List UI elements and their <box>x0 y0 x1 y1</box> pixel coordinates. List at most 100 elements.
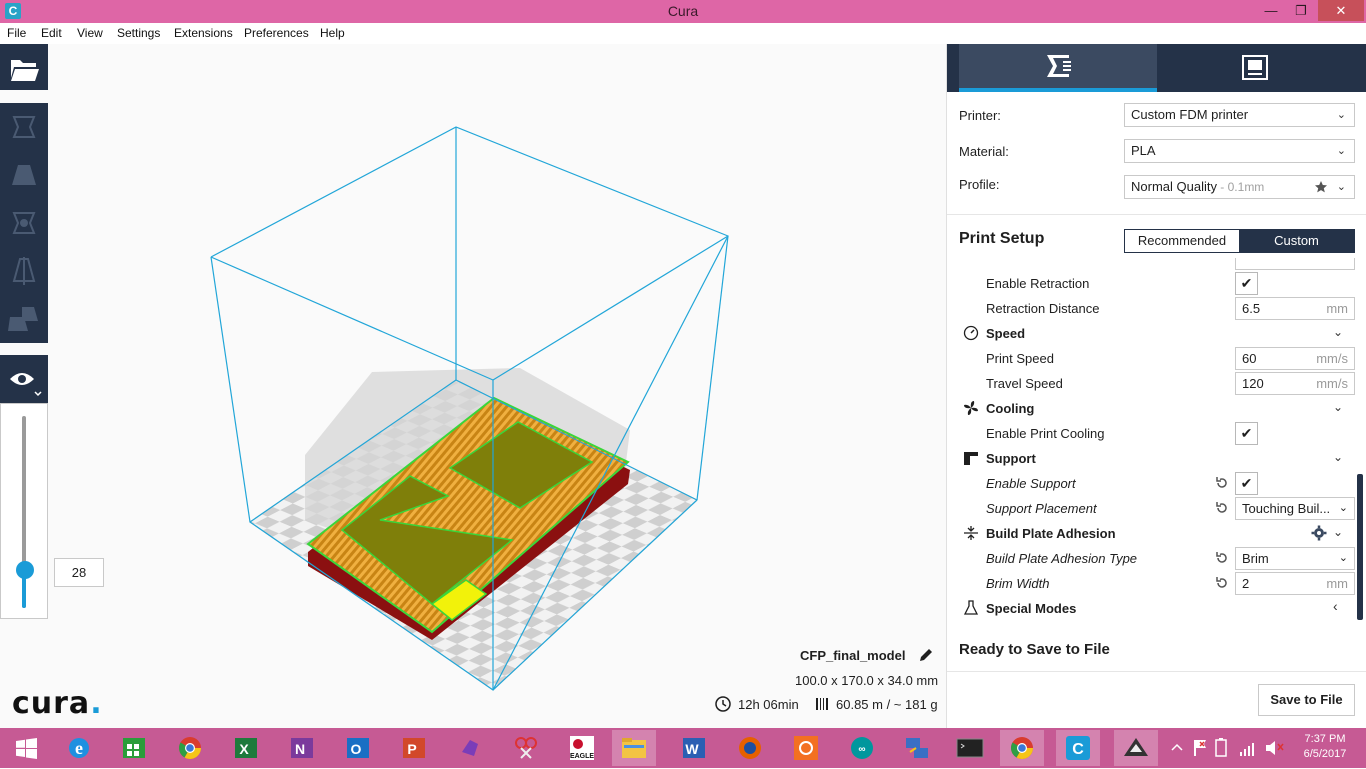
category-label: Cooling <box>986 401 1035 416</box>
settings-list[interactable]: Enable Retraction ✔ Retraction Distance … <box>947 258 1366 624</box>
support-placement-select[interactable]: Touching Buil... ⌄ <box>1235 497 1355 520</box>
adhesion-type-select[interactable]: Brim ⌄ <box>1235 547 1355 570</box>
gear-icon[interactable] <box>1311 525 1327 541</box>
network-tool-icon[interactable] <box>894 730 938 766</box>
tab-prepare[interactable] <box>959 44 1157 92</box>
category-build-plate-adhesion[interactable]: Build Plate Adhesion ⌄ <box>947 521 1357 546</box>
menu-help[interactable]: Help <box>320 26 345 40</box>
mode-recommended-button[interactable]: Recommended <box>1125 230 1239 252</box>
brim-width-input[interactable]: 2 mm <box>1235 572 1355 595</box>
enable-retraction-checkbox[interactable]: ✔ <box>1235 272 1258 295</box>
reset-icon[interactable] <box>1215 576 1229 590</box>
setting-enable-support: Enable Support ✔ <box>947 471 1357 496</box>
menu-bar: File Edit View Settings Extensions Prefe… <box>0 23 946 44</box>
chevron-down-icon: ⌄ <box>1336 145 1346 157</box>
category-special-modes[interactable]: Special Modes ‹ <box>947 596 1357 621</box>
sidebar-divider <box>947 214 1366 215</box>
windows-start-icon[interactable] <box>4 730 48 766</box>
scale-icon[interactable] <box>0 151 48 199</box>
partial-field <box>1235 258 1355 270</box>
store-icon[interactable] <box>112 730 156 766</box>
word-icon[interactable]: W <box>672 730 716 766</box>
menu-file[interactable]: File <box>7 26 26 40</box>
reset-icon[interactable] <box>1215 476 1229 490</box>
chrome-taskbar-item[interactable] <box>1000 730 1044 766</box>
visual-studio-icon[interactable] <box>448 730 492 766</box>
travel-speed-input[interactable]: 120 mm/s <box>1235 372 1355 395</box>
category-cooling[interactable]: Cooling ⌄ <box>947 396 1357 421</box>
file-explorer-taskbar-item[interactable] <box>612 730 656 766</box>
field-unit: mm/s <box>1316 376 1348 391</box>
profile-select[interactable]: Normal Quality - 0.1mm ⌄ <box>1124 175 1355 199</box>
sidebar-divider <box>947 671 1366 672</box>
setup-mode-toggle: Recommended Custom <box>1124 229 1355 253</box>
menu-view[interactable]: View <box>77 26 103 40</box>
arduino-icon[interactable]: ∞ <box>840 730 884 766</box>
setting-retraction-distance: Retraction Distance 6.5 mm <box>947 296 1357 321</box>
adhesion-icon <box>964 526 978 540</box>
close-icon[interactable]: ✕ <box>1318 0 1364 21</box>
cura-taskbar-item[interactable]: C <box>1056 730 1100 766</box>
print-speed-input[interactable]: 60 mm/s <box>1235 347 1355 370</box>
enable-support-checkbox[interactable]: ✔ <box>1235 472 1258 495</box>
material-select[interactable]: PLA ⌄ <box>1124 139 1355 163</box>
setting-enable-retraction: Enable Retraction ✔ <box>947 271 1357 296</box>
pencil-icon[interactable] <box>918 647 934 663</box>
outlook-icon[interactable]: O <box>336 730 380 766</box>
blender-icon[interactable] <box>784 730 828 766</box>
rotate-icon[interactable] <box>0 199 48 247</box>
minimize-icon[interactable]: — <box>1256 0 1286 21</box>
taskbar-clock[interactable]: 7:37 PM 6/5/2017 <box>1292 732 1358 762</box>
tab-monitor[interactable] <box>1157 44 1355 92</box>
svg-text:W: W <box>685 741 699 757</box>
printer-label: Printer: <box>959 108 1001 123</box>
window-title: Cura <box>667 3 699 19</box>
retraction-distance-input[interactable]: 6.5 mm <box>1235 297 1355 320</box>
svg-text:C: C <box>1072 741 1084 758</box>
enable-print-cooling-checkbox[interactable]: ✔ <box>1235 422 1258 445</box>
view-mode-button[interactable] <box>0 355 48 403</box>
settings-scrollbar[interactable] <box>1357 474 1363 620</box>
title-bar: C Cura — ❐ ✕ <box>0 0 1366 23</box>
svg-text:O: O <box>351 741 362 757</box>
reset-icon[interactable] <box>1215 501 1229 515</box>
star-icon[interactable] <box>1314 180 1328 194</box>
mirror-icon[interactable] <box>0 247 48 295</box>
flag-icon <box>1194 740 1206 756</box>
menu-settings[interactable]: Settings <box>117 26 160 40</box>
onenote-icon[interactable]: N <box>280 730 324 766</box>
save-to-file-button[interactable]: Save to File <box>1258 684 1355 716</box>
excel-icon[interactable]: X <box>224 730 268 766</box>
category-support[interactable]: Support ⌄ <box>947 446 1357 471</box>
per-model-settings-icon[interactable] <box>0 295 48 343</box>
restore-icon[interactable]: ❐ <box>1286 0 1316 21</box>
menu-extensions[interactable]: Extensions <box>174 26 233 40</box>
layer-slider-handle[interactable] <box>16 561 34 579</box>
field-value: Brim <box>1242 551 1269 566</box>
mode-custom-button[interactable]: Custom <box>1239 230 1354 252</box>
translate-icon[interactable] <box>0 103 48 151</box>
category-label: Special Modes <box>986 601 1077 616</box>
field-value: 2 <box>1242 576 1250 591</box>
internet-explorer-icon[interactable]: e <box>57 730 101 766</box>
cura-logo-dot: . <box>90 686 103 721</box>
chrome-icon[interactable] <box>168 730 212 766</box>
category-speed[interactable]: Speed ⌄ <box>947 321 1357 346</box>
reset-icon[interactable] <box>1215 551 1229 565</box>
field-unit: mm <box>1326 301 1348 316</box>
menu-edit[interactable]: Edit <box>41 26 62 40</box>
firefox-icon[interactable] <box>728 730 772 766</box>
printer-select[interactable]: Custom FDM printer ⌄ <box>1124 103 1355 127</box>
volume-muted-icon <box>1266 741 1284 755</box>
clock-icon <box>715 696 731 712</box>
open-file-button[interactable] <box>0 44 48 90</box>
layer-number-input[interactable]: 28 <box>54 558 104 587</box>
chevron-down-icon: ⌄ <box>1336 548 1348 569</box>
eagle-icon[interactable]: EAGLE <box>560 730 604 766</box>
inkscape-taskbar-item[interactable] <box>1114 730 1158 766</box>
menu-preferences[interactable]: Preferences <box>244 26 309 40</box>
3d-viewport[interactable] <box>0 44 946 728</box>
terminal-icon[interactable] <box>948 730 992 766</box>
snipping-tool-icon[interactable] <box>504 730 548 766</box>
powerpoint-icon[interactable]: P <box>392 730 436 766</box>
